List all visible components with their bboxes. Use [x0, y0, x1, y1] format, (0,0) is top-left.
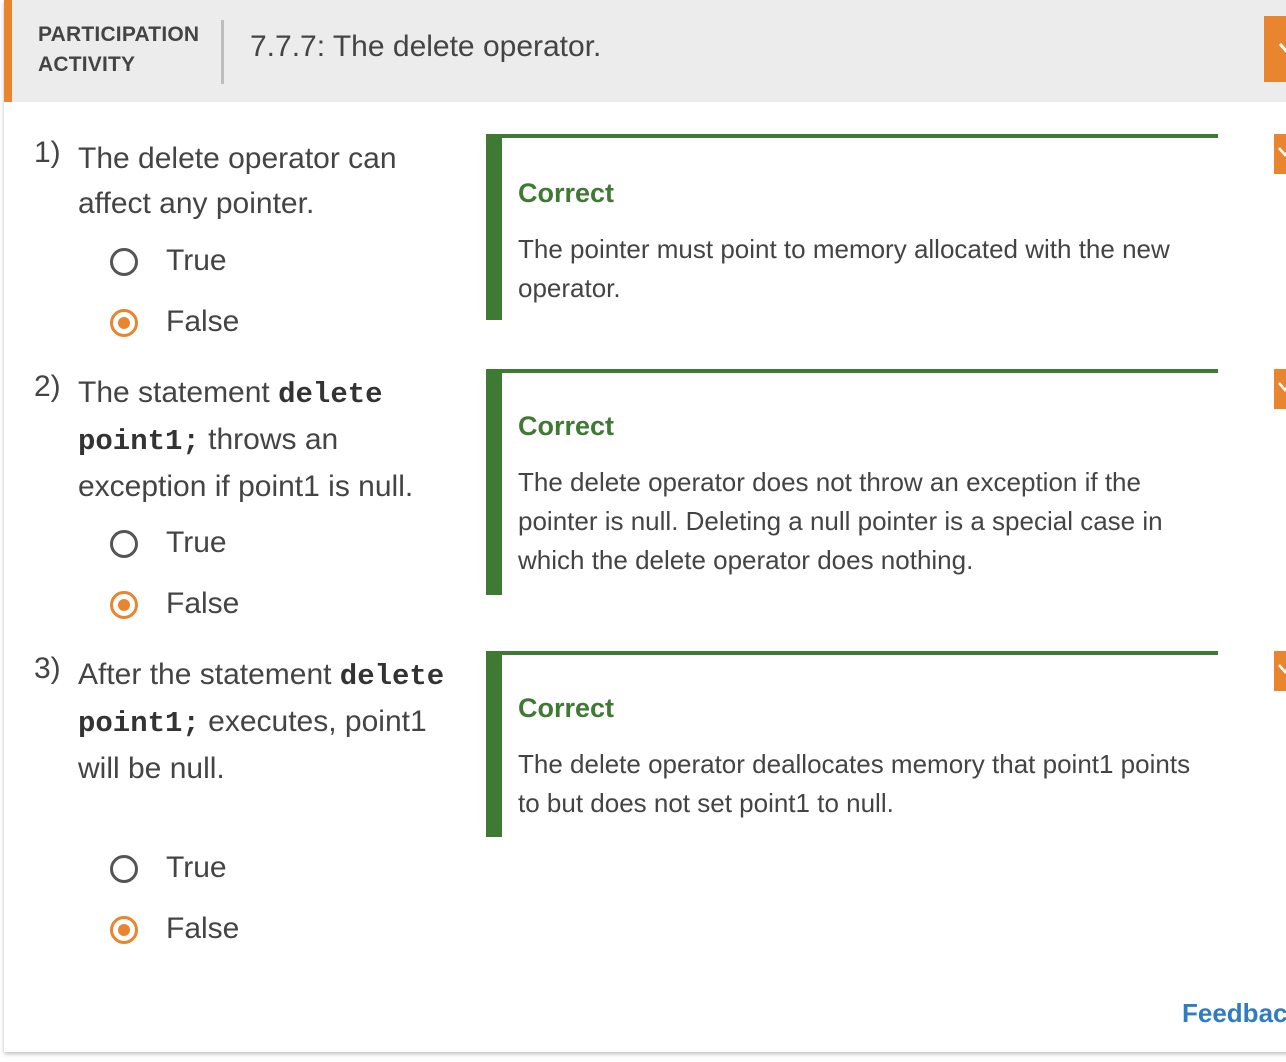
radio-unselected-icon [110, 530, 138, 558]
feedback-link[interactable]: Feedback? [1182, 998, 1286, 1029]
activity-type-label: PARTICIPATION ACTIVITY [38, 20, 213, 80]
radio-unselected-icon [110, 248, 138, 276]
activity-header: PARTICIPATION ACTIVITY 7.7.7: The delete… [4, 0, 1286, 102]
option-label: True [166, 851, 227, 884]
header-divider [221, 20, 224, 84]
feedback-text: The delete operator does not throw an ex… [518, 467, 1163, 575]
activity-type-line2: ACTIVITY [38, 53, 136, 76]
chevron-down-icon [1278, 43, 1286, 54]
chevron-down-icon [1278, 382, 1286, 392]
option-label: True [166, 526, 227, 559]
activity-title: 7.7.7: The delete operator. [250, 30, 602, 63]
collapse-activity-button[interactable] [1264, 16, 1286, 82]
question-text-part: After the statement [78, 658, 340, 691]
feedback-title: Correct [518, 693, 615, 723]
question-text: The delete operator can affect any point… [78, 136, 458, 226]
feedback-text: The pointer must point to memory allocat… [518, 234, 1170, 303]
feedback-box-q2: Correct The delete operator does not thr… [486, 369, 1218, 595]
question-number: 1) [34, 136, 61, 169]
participation-activity-card: PARTICIPATION ACTIVITY 7.7.7: The delete… [4, 0, 1286, 1052]
question-1-status-tab[interactable] [1274, 134, 1286, 174]
chevron-down-icon [1278, 664, 1286, 674]
question-number: 3) [34, 652, 61, 685]
question-text: The statement delete point1; throws an e… [78, 370, 458, 509]
question-number: 2) [34, 370, 61, 403]
activity-type-line1: PARTICIPATION [38, 23, 200, 46]
chevron-down-icon [1278, 147, 1286, 157]
question-text-part: The statement [78, 376, 279, 409]
feedback-title: Correct [518, 178, 615, 208]
option-label: False [166, 587, 240, 620]
option-label: True [166, 244, 227, 277]
option-label: False [166, 305, 240, 338]
feedback-text: The delete operator deallocates memory t… [518, 749, 1191, 818]
question-3-status-tab[interactable] [1274, 651, 1286, 691]
question-text-part: The delete operator can affect any point… [78, 142, 397, 220]
question-text: After the statement delete point1; execu… [78, 652, 458, 791]
radio-unselected-icon [110, 855, 138, 883]
option-label: False [166, 912, 240, 945]
question-2-status-tab[interactable] [1274, 369, 1286, 409]
feedback-title: Correct [518, 411, 615, 441]
feedback-box-q1: Correct The pointer must point to memory… [486, 134, 1218, 320]
feedback-box-q3: Correct The delete operator deallocates … [486, 651, 1218, 837]
radio-selected-icon [110, 309, 138, 337]
radio-selected-icon [110, 591, 138, 619]
radio-selected-icon [110, 916, 138, 944]
